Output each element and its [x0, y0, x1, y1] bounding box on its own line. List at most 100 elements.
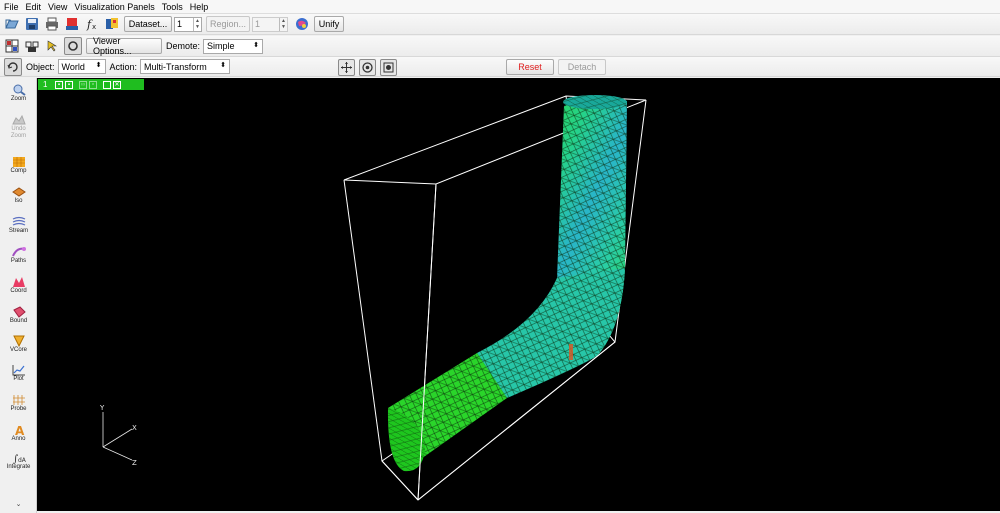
probe-icon	[12, 394, 26, 406]
sidebar-label: Integrate	[6, 464, 31, 470]
sidebar-item-plot[interactable]: Plot	[0, 364, 37, 383]
stream-icon	[12, 216, 26, 228]
object-select[interactable]: World ⬍	[57, 59, 106, 74]
axis-triad	[102, 412, 133, 461]
bound-icon	[12, 306, 26, 318]
sidebar-label: Plot	[13, 376, 24, 382]
axis-label-x: X	[132, 424, 137, 432]
region-spinbox[interactable]: 1 ▲ ▼	[252, 16, 288, 32]
save-icon[interactable]	[24, 16, 40, 32]
unify-button[interactable]: Unify	[314, 16, 344, 32]
action-value: Multi-Transform	[144, 61, 207, 72]
vcore-icon	[12, 335, 26, 348]
viewer-layout-icon[interactable]	[4, 38, 20, 54]
menu-bar: File Edit View Visualization Panels Tool…	[0, 0, 1000, 14]
sidebar-label: Paths	[10, 258, 27, 264]
reset-button[interactable]: Reset	[506, 59, 554, 75]
object-toolbar: Object: World ⬍ Action: Multi-Transform …	[0, 57, 1000, 77]
demote-value: Simple	[207, 41, 235, 51]
sidebar-item-stream[interactable]: Stream	[0, 216, 37, 235]
menu-edit[interactable]: Edit	[26, 2, 42, 12]
sidebar-label: Anno	[11, 436, 26, 442]
zoom-mode-icon[interactable]	[380, 59, 397, 76]
dataset-value: 1	[177, 19, 183, 29]
sidebar-item-comp[interactable]: Comp	[0, 156, 37, 175]
red-marker	[569, 344, 573, 360]
scene-canvas: Y X Z	[99, 95, 647, 501]
sidebar-label: Comp	[10, 168, 27, 174]
sidebar-item-zoom[interactable]: Zoom	[0, 84, 37, 103]
dataset-button[interactable]: Dataset...	[124, 16, 172, 32]
chevron-down-icon: ⬍	[95, 62, 102, 69]
object-value: World	[61, 61, 85, 72]
iso-icon	[11, 186, 26, 198]
sidebar-item-iso[interactable]: Iso	[0, 186, 37, 205]
action-select[interactable]: Multi-Transform ⬍	[140, 59, 231, 74]
transform-icon[interactable]	[4, 57, 22, 76]
chevron-down-icon: ⬍	[220, 62, 227, 69]
svg-text:A: A	[15, 424, 25, 436]
sidebar-item-probe[interactable]: Probe	[0, 394, 37, 413]
sidebar-label: Undo Zoom	[10, 126, 27, 139]
dataset-spinbox[interactable]: 1 ▲ ▼	[174, 16, 202, 32]
undo-zoom-icon	[11, 114, 26, 126]
sidebar-more-chevron-icon[interactable]: ⌄	[0, 500, 37, 508]
sidebar-item-coord[interactable]: Coord	[0, 276, 37, 295]
region-button[interactable]: Region...	[206, 16, 250, 32]
menu-view[interactable]: View	[48, 2, 67, 12]
detach-button[interactable]: Detach	[558, 59, 606, 75]
sidebar-item-anno[interactable]: A Anno	[0, 424, 37, 443]
integrate-icon: ∫ dA	[12, 452, 27, 465]
print-icon[interactable]	[44, 16, 60, 32]
rotate-icon[interactable]	[359, 59, 376, 76]
unify-globe-icon[interactable]	[294, 16, 310, 32]
sidebar-label: VCore	[9, 347, 27, 353]
anno-icon: A	[12, 424, 26, 438]
nav-mode-group	[338, 59, 401, 76]
zoom-icon	[12, 84, 26, 96]
sidebar-item-paths[interactable]: Paths	[0, 246, 37, 265]
comp-icon	[12, 156, 26, 168]
svg-text:dA: dA	[18, 457, 26, 464]
viewer-toolbar: Viewer Options... Demote: Simple ⬍	[0, 36, 1000, 57]
axis-label-z: Z	[132, 459, 137, 467]
spin-arrows-icon[interactable]: ▲ ▼	[193, 17, 201, 31]
region-value: 1	[255, 19, 261, 29]
sidebar-label: Zoom	[10, 96, 27, 102]
viewer-options-button[interactable]: Viewer Options...	[86, 36, 162, 56]
main-toolbar: fx Dataset... 1 ▲ ▼ Region... 1 ▲ ▼ Unify	[0, 14, 1000, 35]
sidebar-label: Stream	[8, 228, 29, 234]
camera-toggle-icon[interactable]	[64, 37, 82, 55]
chevron-down-icon: ⬍	[253, 41, 260, 49]
plot-icon	[12, 364, 26, 376]
record-icon[interactable]	[64, 16, 80, 32]
sidebar-item-bound[interactable]: Bound	[0, 306, 37, 325]
paths-icon	[11, 246, 26, 258]
pan-icon[interactable]	[338, 59, 355, 76]
sidebar-item-vcore[interactable]: VCore	[0, 335, 37, 354]
sidebar-item-integrate[interactable]: ∫ dA Integrate	[0, 452, 37, 471]
sidebar-label: Iso	[14, 198, 23, 204]
svg-text:x: x	[92, 23, 96, 31]
sidebar-label: Probe	[10, 406, 27, 412]
axis-label-y: Y	[99, 404, 105, 412]
color-palette-icon[interactable]	[104, 16, 120, 32]
open-icon[interactable]	[4, 16, 20, 32]
demote-select[interactable]: Simple ⬍	[203, 38, 264, 54]
graphics-viewport[interactable]: 1 ▪ ▪ ∞ ∘ ✕ Y X Z	[37, 78, 1000, 511]
menu-help[interactable]: Help	[190, 2, 209, 12]
coord-icon	[12, 276, 26, 288]
menu-file[interactable]: File	[4, 2, 19, 12]
pointer-icon[interactable]	[44, 38, 60, 54]
sidebar-label: Coord	[10, 288, 27, 294]
spin-arrows-icon[interactable]: ▲ ▼	[279, 17, 287, 31]
ortho-view-icon[interactable]	[24, 38, 40, 54]
menu-tools[interactable]: Tools	[162, 2, 183, 12]
tools-sidebar: Zoom Undo Zoom Comp Iso Stream Paths Coo…	[0, 78, 37, 513]
action-label: Action:	[109, 61, 138, 72]
function-icon[interactable]: fx	[84, 16, 100, 32]
demote-label: Demote:	[166, 41, 201, 51]
menu-visualization-panels[interactable]: Visualization Panels	[74, 2, 154, 12]
sidebar-label: Bound	[9, 318, 28, 324]
sidebar-item-undo-zoom[interactable]: Undo Zoom	[0, 114, 37, 140]
